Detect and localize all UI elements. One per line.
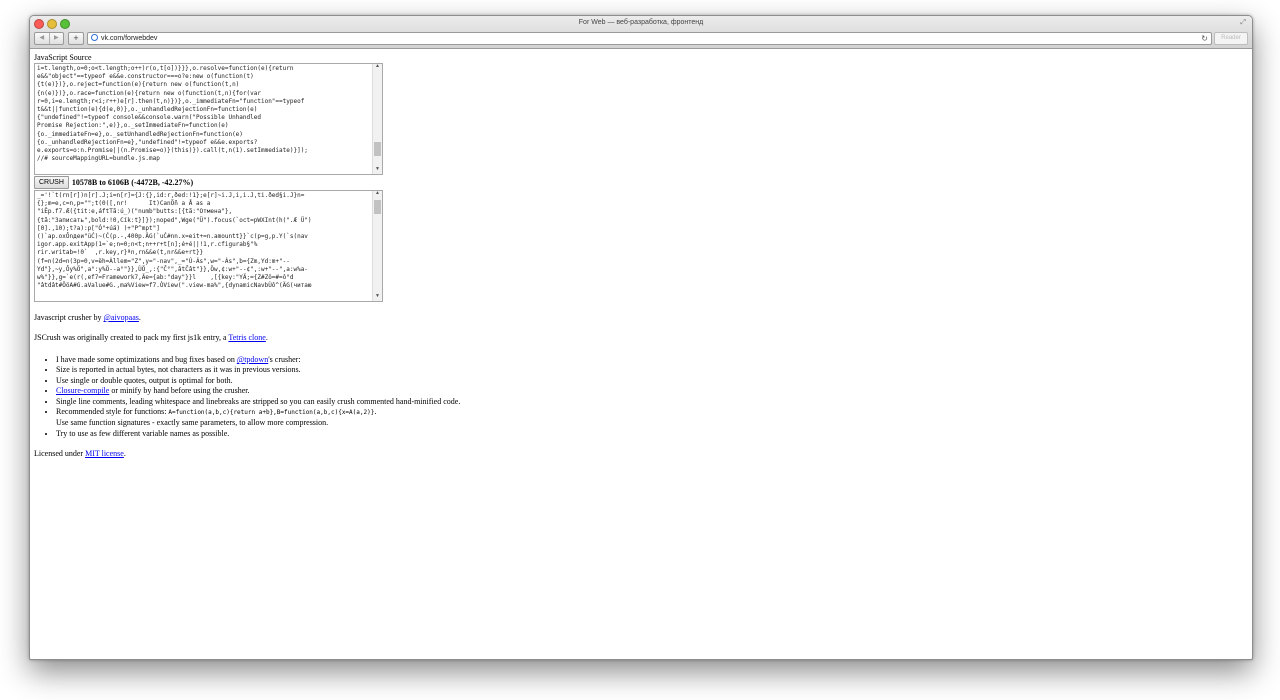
fullscreen-icon[interactable]: ⤢ [1240,19,1246,27]
list-item: Closure-compile or minify by hand before… [56,386,460,396]
list-item: Size is reported in actual bytes, not ch… [56,365,460,375]
scroll-up-icon[interactable]: ▲ [373,191,382,198]
license-line: Licensed under MIT license. [34,449,126,458]
reader-button[interactable]: Reader [1214,32,1248,45]
title-bar: For Web — веб-разработка, фронтенд ⤢ ◀ ▶… [30,16,1252,49]
license-suffix: . [123,449,126,458]
output-scroll-thumb[interactable] [374,200,381,214]
function-style-code: A=function(a,b,c){return a+b},B=function… [168,409,375,417]
author-line: Javascript crusher by @aivopaas. [34,313,141,322]
source-scrollbar[interactable]: ▲ ▼ [372,64,382,174]
browser-toolbar: ◀ ▶ + vk.com/forwebdev ↻ Reader [34,32,1248,45]
output-textarea[interactable]: _='!`t(rn[r])n[r].J;i=n[r]={J:{},id:r,ðe… [34,190,383,302]
scroll-down-icon[interactable]: ▼ [373,294,382,301]
author-suffix: . [138,313,141,322]
b4-suffix: or minify by hand before using the crush… [109,386,250,396]
list-item: Recommended style for functions: A=funct… [56,407,460,418]
list-item: Use same function signatures - exactly s… [56,418,329,428]
list-item: Use single or double quotes, output is o… [56,376,460,386]
author-link[interactable]: @aivopaas [104,313,139,322]
globe-icon [91,34,98,41]
list-item: Try to use as few different variable nam… [56,429,460,439]
tpdown-link[interactable]: @tpdown [237,355,268,364]
forward-button[interactable]: ▶ [50,33,64,44]
license-prefix: Licensed under [34,449,86,458]
address-bar[interactable]: vk.com/forwebdev ↻ [87,32,1212,45]
source-textarea[interactable]: i=t.length,o=0;o<t.length;o++)r(o,t[o])}… [34,63,383,175]
crush-stats: 10578B to 6106B (-4472B, -42.27%) [71,177,194,187]
source-label: JavaScript Source [34,53,92,62]
author-prefix: Javascript crusher by [34,313,104,322]
window-title: For Web — веб-разработка, фронтенд [578,19,704,26]
b1-suffix: 's crusher: [268,355,301,364]
reload-icon[interactable]: ↻ [1201,33,1208,44]
address-url: vk.com/forwebdev [101,35,158,42]
scroll-up-icon[interactable]: ▲ [373,64,382,71]
intro-line: JSCrush was originally created to pack m… [34,333,268,342]
notes-list: I have made some optimizations and bug f… [34,355,460,439]
list-item: Single line comments, leading whitespace… [56,397,460,407]
tetris-link[interactable]: Tetris clone [228,333,265,342]
source-scroll-thumb[interactable] [374,142,381,156]
output-code: _='!`t(rn[r])n[r].J;i=n[r]={J:{},id:r,ðe… [37,192,312,290]
crush-row: CRUSH 10578B to 6106B (-4472B, -42.27%) [34,175,194,189]
page-content: JavaScript Source i=t.length,o=0;o<t.len… [34,53,1248,659]
intro-prefix: JSCrush was originally created to pack m… [34,333,229,342]
history-buttons: ◀ ▶ [34,32,64,45]
intro-suffix: . [265,333,268,342]
scroll-down-icon[interactable]: ▼ [373,167,382,174]
b6-prefix: Recommended style for functions: [56,407,169,417]
crush-button[interactable]: CRUSH [34,175,69,189]
output-scrollbar[interactable]: ▲ ▼ [372,191,382,301]
list-item: I have made some optimizations and bug f… [56,355,460,365]
add-bookmark-button[interactable]: + [68,32,84,45]
source-code: i=t.length,o=0;o<t.length;o++)r(o,t[o])}… [37,65,308,163]
mit-license-link[interactable]: MIT license [85,449,124,458]
closure-compile-link[interactable]: Closure-compile [56,386,109,395]
b1-prefix: I have made some optimizations and bug f… [56,355,237,364]
back-button[interactable]: ◀ [35,33,50,44]
b6-suffix: . [374,407,377,417]
browser-window: For Web — веб-разработка, фронтенд ⤢ ◀ ▶… [29,15,1253,660]
